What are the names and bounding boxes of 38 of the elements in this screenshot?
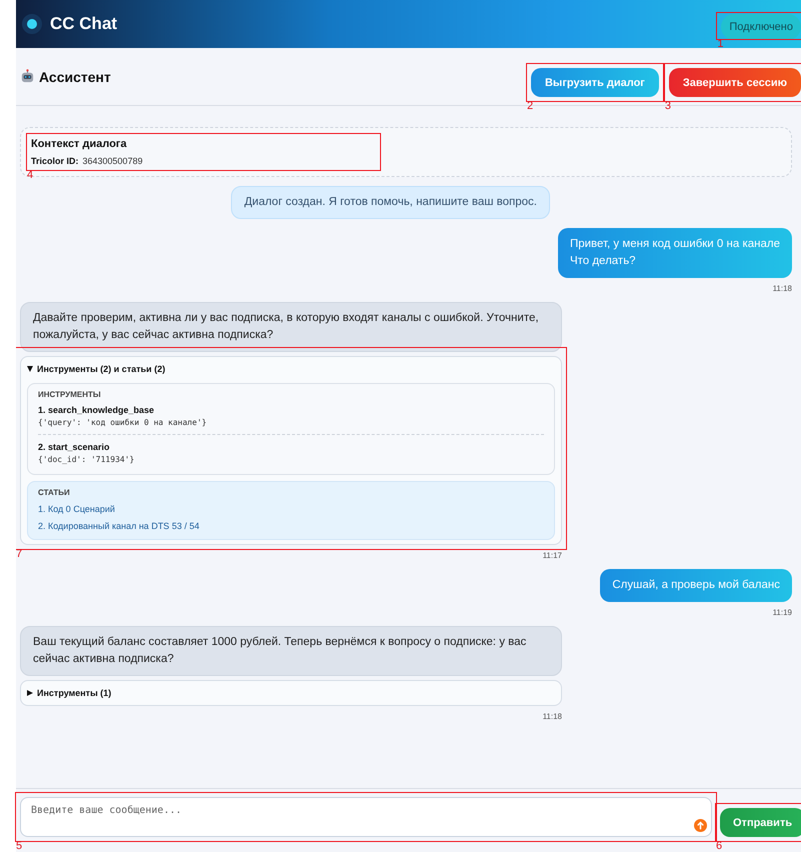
annotation-number: 7 <box>16 548 22 560</box>
field-value: 364300500789 <box>82 156 143 166</box>
article-link[interactable]: 1. Код 0 Сценарий <box>38 504 115 514</box>
message-time: 11:19 <box>772 608 792 617</box>
tool-arguments: {'doc_id': '711934'} <box>38 455 136 464</box>
annotation-number: 5 <box>16 840 22 852</box>
send-button[interactable]: Отправить <box>720 808 801 837</box>
tool-arguments: {'query': 'код ошибки 0 на канале'} <box>38 418 208 427</box>
app-title: CC Chat <box>50 14 118 34</box>
annotation-number: 4 <box>27 169 34 181</box>
section-heading: ИНСТРУМЕНТЫ <box>38 390 102 399</box>
message-time: 11:18 <box>772 284 792 293</box>
end-session-button[interactable]: Завершить сессию <box>668 68 801 97</box>
tool-name: 1. search_knowledge_base <box>38 405 156 415</box>
assistant-title: Ассистент <box>39 68 111 84</box>
article-link[interactable]: 2. Кодированный канал на DTS 53 / 54 <box>38 521 200 531</box>
assistant-message: Ваш текущий баланс составляет 1000 рублей. Теперь вернёмся к вопросу о подписке: у вас сейчас активна подписка? <box>20 626 562 676</box>
details-toggle[interactable]: Инструменты (2) и статьи (2) <box>27 361 555 377</box>
annotation-number: 6 <box>716 840 722 852</box>
annotation-number: 3 <box>664 100 672 112</box>
field-label: Tricolor ID: <box>31 156 79 166</box>
user-message: Слушай, а проверь мой баланс <box>600 569 792 602</box>
annotation-number: 1 <box>717 38 724 50</box>
tool-name: 2. start_scenario <box>38 442 111 452</box>
message-time: 11:18 <box>542 712 562 721</box>
assistant-message: Давайте проверим, активна ли у вас подписка, в которую входят каналы с ошибкой. Уточните, пожалуйста, у вас сейчас активна подписка? <box>20 302 562 352</box>
robot-icon <box>20 69 35 84</box>
upload-icon[interactable] <box>694 819 707 832</box>
message-input[interactable]: Введите ваше сообщение... <box>20 797 712 837</box>
logo-icon <box>22 14 42 34</box>
details-toggle[interactable]: Инструменты (1) <box>27 685 555 701</box>
message-time: 11:17 <box>542 551 562 560</box>
context-title: Контекст диалога <box>31 138 128 150</box>
user-message: Привет, у меня код ошибки 0 на канале Что делать? <box>558 228 792 278</box>
annotation-number: 2 <box>526 100 534 112</box>
status-badge: Подключено <box>721 14 801 40</box>
system-message: Диалог создан. Я готов помочь, напишите ваш вопрос. <box>231 186 550 219</box>
section-heading: СТАТЬИ <box>38 488 70 497</box>
